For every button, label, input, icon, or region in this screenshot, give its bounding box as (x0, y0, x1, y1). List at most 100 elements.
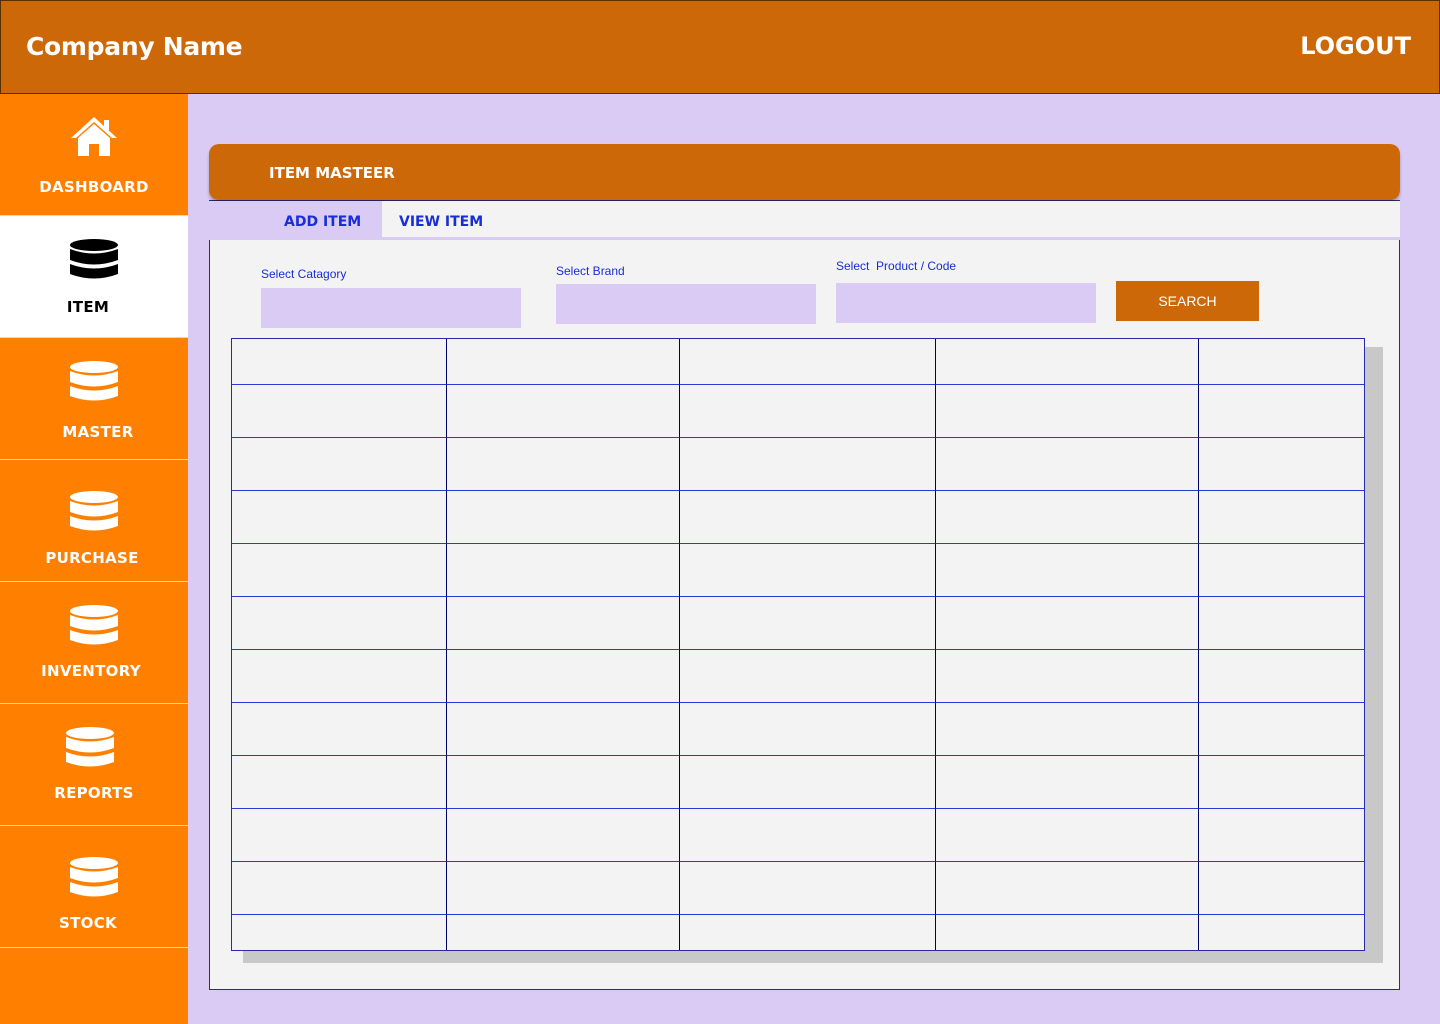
table-cell (447, 650, 680, 703)
table-cell (232, 756, 447, 809)
sidebar-item-label: STOCK (59, 914, 117, 932)
table-cell (232, 491, 447, 544)
tab-add-item[interactable]: ADD ITEM (209, 201, 382, 240)
table-cell (936, 385, 1199, 438)
table-cell (232, 385, 447, 438)
table-cell (232, 597, 447, 650)
table-cell (232, 862, 447, 915)
sidebar-item-reports[interactable]: REPORTS (0, 704, 188, 826)
sidebar-item-label: REPORTS (54, 784, 134, 802)
table-cell (232, 703, 447, 756)
table-cell (447, 544, 680, 597)
database-icon (0, 856, 188, 903)
table-cell (680, 650, 936, 703)
table-cell (680, 703, 936, 756)
panel-header: ITEM MASTEER (209, 144, 1400, 200)
table-cell (447, 597, 680, 650)
table-cell (680, 756, 936, 809)
table-cell (936, 650, 1199, 703)
item-table (231, 338, 1365, 951)
table-cell (1199, 438, 1364, 491)
table-cell (936, 491, 1199, 544)
table-cell (1199, 915, 1364, 950)
database-icon (0, 490, 188, 537)
logout-button[interactable]: LOGOUT (1300, 32, 1411, 60)
tab-view-item[interactable]: VIEW ITEM (382, 201, 1400, 240)
product-code-select[interactable] (836, 283, 1096, 323)
sidebar-item-label: INVENTORY (41, 662, 141, 680)
sidebar-item-dashboard[interactable]: DASHBOARD (0, 94, 188, 216)
table-cell (936, 756, 1199, 809)
sidebar: DASHBOARD ITEM MASTER PURCHASE INVENTORY… (0, 94, 188, 1024)
table-cell (936, 597, 1199, 650)
database-icon (0, 604, 188, 651)
table-cell (1199, 544, 1364, 597)
tab-bar: ADD ITEM VIEW ITEM (209, 201, 1400, 241)
brand-label: Select Brand (556, 264, 625, 278)
database-icon (0, 238, 188, 285)
table-cell (936, 339, 1199, 385)
database-icon (0, 726, 184, 773)
table-cell (1199, 385, 1364, 438)
table-cell (1199, 809, 1364, 862)
table-cell (1199, 862, 1364, 915)
table-cell (936, 438, 1199, 491)
table-cell (232, 809, 447, 862)
table-cell (1199, 756, 1364, 809)
top-bar: Company Name LOGOUT (0, 0, 1440, 94)
sidebar-item-label: DASHBOARD (39, 178, 149, 196)
category-label: Select Catagory (261, 267, 347, 281)
table-cell (680, 915, 936, 950)
table-cell (936, 915, 1199, 950)
product-code-label: Select Product / Code (836, 259, 957, 273)
table-cell (680, 385, 936, 438)
home-icon (0, 114, 188, 165)
sidebar-item-master[interactable]: MASTER (0, 338, 188, 460)
table-cell (680, 491, 936, 544)
table-cell (447, 756, 680, 809)
table-cell (1199, 703, 1364, 756)
table-cell (447, 491, 680, 544)
sidebar-item-label: ITEM (66, 298, 110, 316)
tab-label: ADD ITEM (284, 214, 362, 230)
table-cell (232, 339, 447, 385)
table-cell (1199, 491, 1364, 544)
table-cell (1199, 339, 1364, 385)
search-button[interactable]: SEARCH (1116, 281, 1259, 321)
table-cell (447, 915, 680, 950)
table-cell (680, 597, 936, 650)
sidebar-item-label: PURCHASE (45, 549, 139, 567)
sidebar-item-item[interactable]: ITEM (0, 216, 188, 338)
sidebar-item-inventory[interactable]: INVENTORY (0, 582, 188, 704)
table-cell (447, 809, 680, 862)
table-cell (680, 339, 936, 385)
database-icon (0, 360, 188, 407)
tab-label: VIEW ITEM (399, 214, 484, 230)
table-cell (680, 544, 936, 597)
table-cell (680, 809, 936, 862)
sidebar-item-stock[interactable]: STOCK (0, 826, 188, 948)
table-cell (447, 339, 680, 385)
sidebar-item-label: MASTER (62, 423, 134, 441)
sidebar-item-purchase[interactable]: PURCHASE (0, 460, 188, 582)
page-title: ITEM MASTEER (269, 164, 395, 182)
brand-select[interactable] (556, 284, 816, 324)
table-cell (447, 385, 680, 438)
table-cell (232, 650, 447, 703)
table-cell (447, 438, 680, 491)
table-cell (936, 703, 1199, 756)
table-cell (936, 544, 1199, 597)
table-cell (447, 862, 680, 915)
table-cell (232, 544, 447, 597)
table-cell (232, 915, 447, 950)
company-name: Company Name (26, 32, 243, 61)
category-select[interactable] (261, 288, 521, 328)
table-cell (936, 862, 1199, 915)
table-cell (232, 438, 447, 491)
table-cell (447, 703, 680, 756)
table-cell (936, 809, 1199, 862)
table-cell (680, 438, 936, 491)
table-cell (1199, 650, 1364, 703)
table-cell (680, 862, 936, 915)
table-cell (1199, 597, 1364, 650)
